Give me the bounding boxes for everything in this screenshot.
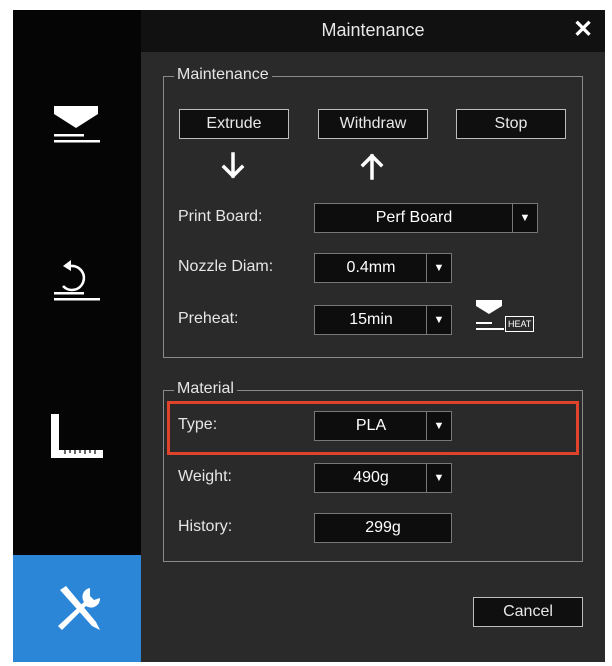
nozzle-diam-select[interactable]: 0.4mm ▼	[314, 253, 452, 283]
type-value: PLA	[355, 417, 387, 434]
weight-label: Weight:	[178, 468, 232, 485]
title-bar: Maintenance ✕	[141, 10, 605, 52]
chevron-down-icon: ▼	[512, 204, 537, 232]
tools-icon	[58, 585, 101, 630]
withdraw-button[interactable]: Withdraw	[318, 109, 428, 139]
maintenance-group-label: Maintenance	[174, 66, 272, 84]
ruler-icon	[51, 414, 103, 458]
type-select[interactable]: PLA ▼	[314, 411, 452, 441]
extruder-icon	[54, 106, 100, 143]
preheat-label: Preheat:	[178, 310, 239, 327]
chevron-down-icon: ▼	[426, 306, 451, 334]
weight-select[interactable]: 490g ▼	[314, 463, 452, 493]
chevron-down-icon: ▼	[426, 464, 451, 492]
nozzle-diam-value: 0.4mm	[346, 259, 396, 276]
print-board-select[interactable]: Perf Board ▼	[314, 203, 538, 233]
extrude-button[interactable]: Extrude	[179, 109, 289, 139]
preheat-value: 15min	[349, 311, 393, 328]
chevron-down-icon: ▼	[426, 412, 451, 440]
heat-badge: HEAT	[505, 316, 535, 332]
sidebar	[13, 10, 153, 662]
sidebar-item-extruder[interactable]	[13, 58, 141, 198]
material-group-label: Material	[174, 380, 237, 398]
preheat-select[interactable]: 15min ▼	[314, 305, 452, 335]
print-board-value: Perf Board	[375, 209, 453, 226]
heat-icon	[476, 300, 504, 330]
nozzle-diam-label: Nozzle Diam:	[178, 258, 274, 275]
close-icon[interactable]: ✕	[567, 14, 599, 46]
arrow-up-icon	[360, 153, 384, 180]
weight-value: 490g	[353, 469, 389, 486]
heat-button[interactable]: HEAT	[475, 298, 541, 334]
sidebar-item-tools[interactable]	[13, 555, 153, 662]
rotate-icon	[54, 260, 100, 301]
cancel-button[interactable]: Cancel	[473, 597, 583, 627]
stop-button[interactable]: Stop	[456, 109, 566, 139]
chevron-down-icon: ▼	[426, 254, 451, 282]
history-label: History:	[178, 518, 233, 535]
sidebar-item-ruler[interactable]	[13, 366, 141, 506]
type-label: Type:	[178, 416, 218, 433]
history-value: 299g	[314, 513, 452, 543]
print-board-label: Print Board:	[178, 208, 263, 225]
arrow-down-icon	[221, 152, 245, 179]
sidebar-item-rotate[interactable]	[13, 210, 141, 350]
content-panel: Maintenance Extrude Withdraw Stop Print …	[141, 52, 605, 662]
window-title: Maintenance	[321, 20, 425, 40]
